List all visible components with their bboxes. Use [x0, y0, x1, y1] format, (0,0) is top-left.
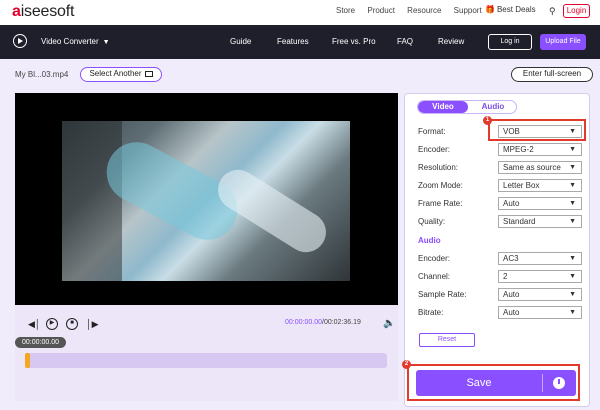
- gift-icon: 🎁: [485, 5, 495, 14]
- dropdown-arrow-icon: ▼: [569, 182, 576, 189]
- stop-icon[interactable]: ■: [66, 318, 78, 330]
- resolution-label: Resolution:: [418, 163, 459, 172]
- format-label: Format:: [418, 127, 446, 136]
- login-link[interactable]: Login: [563, 4, 590, 18]
- total-time: 00:02:36.19: [323, 319, 361, 326]
- play-logo-icon: [13, 34, 27, 48]
- search-icon[interactable]: ⚲: [549, 6, 556, 17]
- bitrate-label: Bitrate:: [418, 308, 444, 317]
- product-dropdown[interactable]: Video Converter ▼: [41, 37, 110, 46]
- sample-rate-label: Sample Rate:: [418, 290, 467, 299]
- settings-tabs: Video Audio: [417, 100, 517, 114]
- frame-rate-label: Frame Rate:: [418, 199, 463, 208]
- video-screen[interactable]: [15, 93, 398, 305]
- nav-features[interactable]: Features: [277, 37, 309, 46]
- select-another-button[interactable]: Select Another: [80, 67, 162, 82]
- quality-select[interactable]: Standard ▼: [498, 215, 582, 228]
- editor-area: My Bl...03.mp4 Select Another Enter full…: [0, 59, 600, 410]
- tab-video[interactable]: Video: [418, 101, 468, 113]
- dropdown-arrow-icon: ▼: [569, 146, 576, 153]
- schedule-clock-icon[interactable]: [553, 377, 565, 389]
- zoom-mode-select[interactable]: Letter Box ▼: [498, 179, 582, 192]
- nav-bar: Video Converter ▼ Guide Features Free vs.…: [0, 25, 600, 59]
- audio-encoder-select[interactable]: AC3 ▼: [498, 252, 582, 265]
- channel-select[interactable]: 2 ▼: [498, 270, 582, 283]
- upload-file-button[interactable]: Upload File: [540, 34, 586, 50]
- nav-review[interactable]: Review: [438, 37, 464, 46]
- dropdown-arrow-icon: ▼: [569, 291, 576, 298]
- top-link-resource[interactable]: Resource: [407, 6, 441, 15]
- tab-audio[interactable]: Audio: [468, 101, 516, 113]
- dropdown-arrow-icon: ▼: [569, 218, 576, 225]
- top-link-store[interactable]: Store: [336, 6, 355, 15]
- play-icon[interactable]: ▶: [46, 318, 58, 330]
- format-highlight-box: [488, 119, 586, 141]
- top-link-support[interactable]: Support: [454, 6, 482, 15]
- nav-faq[interactable]: FAQ: [397, 37, 413, 46]
- top-bar: aiseesoft Store Product Resource Support…: [0, 0, 600, 24]
- dropdown-arrow-icon: ▼: [569, 309, 576, 316]
- audio-section-title: Audio: [418, 236, 441, 245]
- caret-down-icon: ▼: [102, 39, 110, 46]
- dropdown-arrow-icon: ▼: [569, 164, 576, 171]
- monitor-icon: [144, 71, 153, 77]
- channel-label: Channel:: [418, 272, 451, 281]
- step-badge-1: 1: [483, 116, 492, 125]
- dropdown-arrow-icon: ▼: [569, 255, 576, 262]
- zoom-mode-label: Zoom Mode:: [418, 181, 463, 190]
- bitrate-select[interactable]: Auto ▼: [498, 306, 582, 319]
- step-forward-icon[interactable]: │▶: [86, 319, 99, 330]
- reset-button[interactable]: Reset: [419, 333, 475, 347]
- audio-encoder-label: Encoder:: [418, 254, 451, 263]
- volume-icon[interactable]: 🔈: [383, 318, 395, 329]
- dropdown-arrow-icon: ▼: [569, 273, 576, 280]
- step-badge-2: 2: [402, 360, 411, 369]
- step-back-icon[interactable]: ◀│: [28, 319, 41, 330]
- save-button[interactable]: Save: [416, 370, 576, 396]
- fullscreen-button[interactable]: Enter full-screen: [511, 67, 593, 82]
- top-links: Store Product Resource Support: [336, 6, 492, 15]
- encoder-select[interactable]: MPEG-2 ▼: [498, 143, 582, 156]
- best-deals-link[interactable]: 🎁 Best Deals: [485, 5, 536, 14]
- resolution-select[interactable]: Same as source ▼: [498, 161, 582, 174]
- frame-rate-select[interactable]: Auto ▼: [498, 197, 582, 210]
- encoder-label: Encoder:: [418, 145, 451, 154]
- timeline-handle[interactable]: [25, 353, 30, 368]
- player-controls: ◀│ ▶ ■ │▶ 00:00:00.00/00:02:36.19 🔈: [25, 318, 395, 332]
- video-player: ◀│ ▶ ■ │▶ 00:00:00.00/00:02:36.19 🔈 00:0…: [15, 93, 398, 401]
- nav-free-vs-pro[interactable]: Free vs. Pro: [332, 37, 376, 46]
- nav-guide[interactable]: Guide: [230, 37, 251, 46]
- dropdown-arrow-icon: ▼: [569, 200, 576, 207]
- file-name: My Bl...03.mp4: [15, 70, 69, 79]
- quality-label: Quality:: [418, 217, 446, 226]
- sample-rate-select[interactable]: Auto ▼: [498, 288, 582, 301]
- timeline-track[interactable]: [25, 353, 387, 368]
- login-button[interactable]: Log in: [488, 34, 532, 50]
- current-time: 00:00:00.00: [285, 319, 322, 326]
- top-link-product[interactable]: Product: [367, 6, 395, 15]
- video-frame: [62, 121, 350, 281]
- time-readout: 00:00:00.00/00:02:36.19: [285, 319, 361, 326]
- time-tooltip: 00:00:00.00: [15, 337, 66, 348]
- logo[interactable]: aiseesoft: [12, 3, 74, 21]
